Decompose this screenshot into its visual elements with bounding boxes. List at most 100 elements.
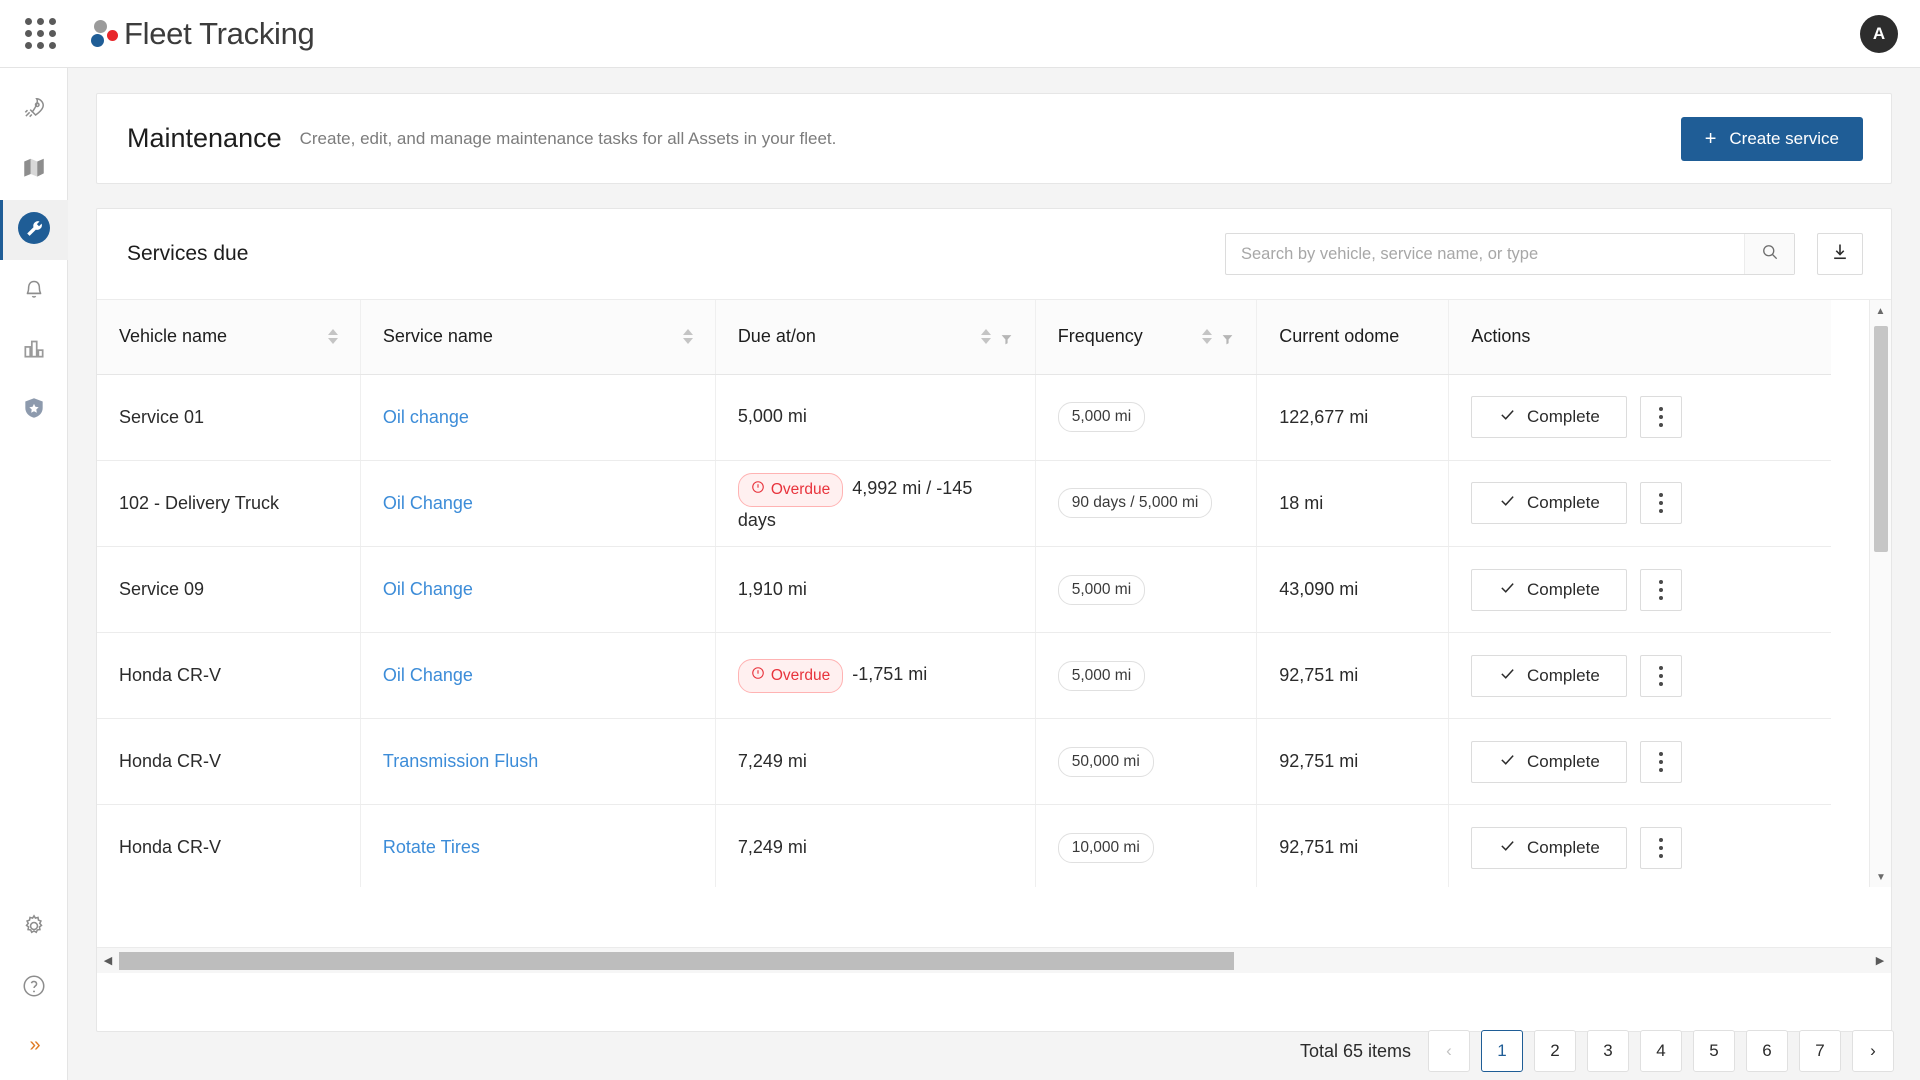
scroll-left-arrow-icon[interactable]: ◀ xyxy=(97,954,119,967)
pagination-page-7[interactable]: 7 xyxy=(1799,1030,1841,1072)
service-link[interactable]: Transmission Flush xyxy=(383,751,538,771)
column-header-service-name[interactable]: Service name xyxy=(360,300,716,375)
create-service-button[interactable]: + Create service xyxy=(1680,116,1863,161)
complete-button[interactable]: Complete xyxy=(1471,740,1628,783)
cell-due: 7,249 mi xyxy=(715,804,1036,887)
service-link[interactable]: Rotate Tires xyxy=(383,837,480,857)
cell-actions: Complete xyxy=(1448,804,1831,887)
cell-vehicle-name: Honda CR-V xyxy=(97,632,361,720)
row-menu-button[interactable] xyxy=(1640,740,1683,783)
column-header-frequency[interactable]: Frequency xyxy=(1035,300,1258,375)
search-button[interactable] xyxy=(1744,234,1794,274)
service-link[interactable]: Oil Change xyxy=(383,493,473,513)
horizontal-scroll-thumb[interactable] xyxy=(119,951,1234,970)
column-label: Frequency xyxy=(1057,326,1143,347)
pagination-page-2[interactable]: 2 xyxy=(1534,1030,1576,1072)
table-horizontal-scrollbar[interactable]: ◀ ▶ xyxy=(97,947,1891,973)
complete-button[interactable]: Complete xyxy=(1471,654,1628,697)
search-input[interactable] xyxy=(1226,234,1794,274)
complete-label: Complete xyxy=(1527,837,1600,857)
sort-icon[interactable] xyxy=(1202,329,1213,345)
due-value: 1,910 mi xyxy=(737,578,807,599)
download-button[interactable] xyxy=(1817,233,1863,275)
page-title: Maintenance xyxy=(127,123,282,153)
column-header-vehicle-name[interactable]: Vehicle name xyxy=(97,300,361,375)
column-header-current-odometer[interactable]: Current odome xyxy=(1256,300,1450,375)
pagination-next-button[interactable]: › xyxy=(1852,1030,1894,1072)
sidebar-item-settings[interactable] xyxy=(0,898,68,958)
complete-button[interactable]: Complete xyxy=(1471,568,1628,611)
due-value: 7,249 mi xyxy=(737,750,807,771)
table-row: Service 01 Oil change 5,000 mi 5,000 mi … xyxy=(97,374,1831,461)
filter-icon[interactable] xyxy=(1000,330,1013,345)
due-value: 5,000 mi xyxy=(737,406,807,427)
horizontal-scroll-track[interactable] xyxy=(119,951,1869,970)
sidebar-item-maintenance[interactable] xyxy=(0,200,68,260)
cell-due: 1,910 mi xyxy=(715,546,1036,634)
sidebar-item-safety[interactable] xyxy=(0,380,68,440)
avatar[interactable]: A xyxy=(1860,14,1898,53)
sidebar-item-rocket[interactable] xyxy=(0,80,68,140)
table-toolbar: Services due xyxy=(97,209,1891,299)
frequency-badge: 10,000 mi xyxy=(1057,832,1154,863)
apps-grid-icon[interactable] xyxy=(18,12,62,56)
column-header-due-at-on[interactable]: Due at/on xyxy=(715,300,1036,375)
expand-sidebar-button[interactable]: » xyxy=(0,1018,68,1072)
cell-frequency: 5,000 mi xyxy=(1035,546,1258,634)
create-service-label: Create service xyxy=(1729,128,1839,148)
wrench-icon xyxy=(14,208,54,253)
scroll-up-arrow-icon[interactable]: ▲ xyxy=(1870,300,1891,322)
sidebar-item-map[interactable] xyxy=(0,140,68,200)
complete-button[interactable]: Complete xyxy=(1471,396,1628,438)
warning-icon xyxy=(751,478,765,502)
sort-icon[interactable] xyxy=(682,329,693,345)
sort-icon[interactable] xyxy=(327,329,338,345)
pagination-page-1[interactable]: 1 xyxy=(1481,1030,1523,1072)
cell-odometer: 43,090 mi xyxy=(1256,546,1450,634)
pagination-prev-button[interactable]: ‹ xyxy=(1428,1030,1470,1072)
pagination: Total 65 items ‹ 1 2 3 4 5 6 7 › xyxy=(1300,1030,1894,1072)
warning-icon xyxy=(751,664,765,688)
sidebar-item-alerts[interactable] xyxy=(0,260,68,320)
service-link[interactable]: Oil change xyxy=(383,407,469,427)
complete-button[interactable]: Complete xyxy=(1471,482,1628,525)
help-circle-icon xyxy=(21,973,47,1004)
search-area xyxy=(1225,233,1863,275)
cell-service-name: Transmission Flush xyxy=(360,718,716,806)
check-icon xyxy=(1499,751,1516,773)
brand-logo[interactable]: Fleet Tracking xyxy=(88,16,315,52)
row-menu-button[interactable] xyxy=(1640,568,1683,611)
pagination-page-3[interactable]: 3 xyxy=(1587,1030,1629,1072)
service-link[interactable]: Oil Change xyxy=(383,579,473,599)
pagination-page-4[interactable]: 4 xyxy=(1640,1030,1682,1072)
table-row: 102 - Delivery Truck Oil Change Overdue … xyxy=(97,460,1831,548)
cell-due: 5,000 mi xyxy=(715,374,1036,461)
download-icon xyxy=(1830,242,1850,267)
column-label: Service name xyxy=(382,326,493,347)
filter-icon[interactable] xyxy=(1221,330,1234,345)
sidebar-item-reports[interactable] xyxy=(0,320,68,380)
row-menu-button[interactable] xyxy=(1640,826,1683,869)
cell-service-name: Oil Change xyxy=(360,546,716,634)
cell-due: 7,249 mi xyxy=(715,718,1036,806)
cell-frequency: 90 days / 5,000 mi xyxy=(1035,460,1258,548)
sidebar-item-help[interactable] xyxy=(0,958,68,1018)
overdue-badge: Overdue xyxy=(737,472,844,507)
table-row: Honda CR-V Oil Change Overdue -1,751 mi … xyxy=(97,632,1831,720)
pagination-page-6[interactable]: 6 xyxy=(1746,1030,1788,1072)
vertical-scroll-thumb[interactable] xyxy=(1874,326,1888,552)
row-menu-button[interactable] xyxy=(1640,482,1683,525)
row-menu-button[interactable] xyxy=(1640,396,1683,438)
service-link[interactable]: Oil Change xyxy=(383,665,473,685)
sort-icon[interactable] xyxy=(980,329,991,345)
cell-service-name: Oil Change xyxy=(360,460,716,548)
row-menu-button[interactable] xyxy=(1640,654,1683,697)
complete-button[interactable]: Complete xyxy=(1471,826,1628,869)
table-row: Honda CR-V Transmission Flush 7,249 mi 5… xyxy=(97,718,1831,806)
complete-label: Complete xyxy=(1527,665,1600,685)
pagination-page-5[interactable]: 5 xyxy=(1693,1030,1735,1072)
scroll-right-arrow-icon[interactable]: ▶ xyxy=(1869,954,1891,967)
total-items-label: Total 65 items xyxy=(1299,1040,1411,1061)
scroll-down-arrow-icon[interactable]: ▼ xyxy=(1870,866,1891,887)
table-vertical-scrollbar[interactable]: ▲ ▼ xyxy=(1869,300,1891,887)
